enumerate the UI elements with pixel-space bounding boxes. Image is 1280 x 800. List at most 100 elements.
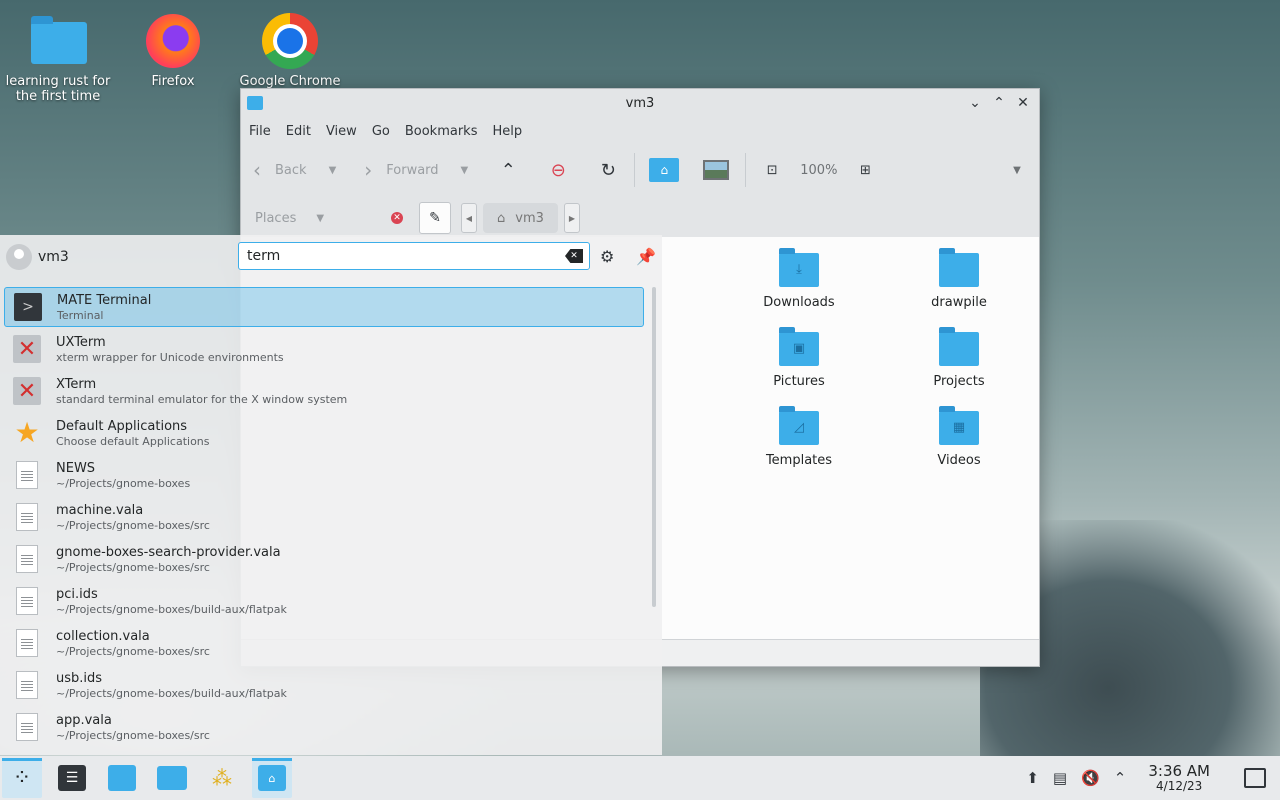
- desktop-icon-firefox[interactable]: Firefox: [118, 12, 228, 89]
- menu-edit[interactable]: Edit: [286, 124, 320, 139]
- preview-button[interactable]: [701, 158, 731, 182]
- menu-go[interactable]: Go: [372, 124, 399, 139]
- maximize-button[interactable]: ⌃: [989, 93, 1009, 113]
- taskbar-system-settings[interactable]: ☰: [52, 758, 92, 798]
- search-field[interactable]: ✕: [238, 242, 590, 270]
- breadcrumb-scroll-left[interactable]: ◀: [461, 203, 477, 233]
- file-item-videos[interactable]: ▦ Videos: [899, 406, 1019, 468]
- close-button[interactable]: ✕: [1013, 93, 1033, 113]
- result-item[interactable]: usb.ids ~/Projects/gnome-boxes/build-aux/…: [4, 665, 644, 705]
- breadcrumb-item: vm3: [515, 210, 544, 226]
- clock-date: 4/12/23: [1156, 778, 1203, 793]
- reload-button[interactable]: ↻: [596, 158, 620, 182]
- minimize-button[interactable]: ⌄: [965, 93, 985, 113]
- reload-icon: ↻: [600, 159, 616, 181]
- result-title: Default Applications: [56, 418, 188, 434]
- file-item-label: Templates: [765, 453, 833, 468]
- result-title: MATE Terminal: [57, 292, 152, 308]
- edit-location-button[interactable]: ✎: [419, 202, 451, 234]
- dropdown-arrow-icon[interactable]: ▼: [461, 165, 469, 176]
- result-subtitle: ~/Projects/gnome-boxes/src: [56, 728, 210, 742]
- pin-button[interactable]: 📌: [636, 247, 656, 266]
- menu-bookmarks[interactable]: Bookmarks: [405, 124, 487, 139]
- taskbar-discover[interactable]: [102, 758, 142, 798]
- home-folder-button[interactable]: ⌂: [649, 158, 680, 182]
- forward-button[interactable]: › Forward ▼: [364, 158, 468, 182]
- file-item-projects[interactable]: Projects: [899, 327, 1019, 389]
- result-item[interactable]: ★ Default Applications Choose default App…: [4, 413, 644, 453]
- toolbar-separator: [634, 153, 636, 187]
- result-item[interactable]: gnome-boxes-search-provider.vala ~/Projec…: [4, 539, 644, 579]
- dropdown-arrow-icon[interactable]: ▼: [329, 165, 337, 176]
- file-item-drawpile[interactable]: drawpile: [899, 248, 1019, 310]
- file-item-templates[interactable]: ◿ Templates: [739, 406, 859, 468]
- result-title: collection.vala: [56, 628, 150, 644]
- result-subtitle: ~/Projects/gnome-boxes/build-aux/flatpak: [56, 686, 287, 700]
- volume-muted-icon[interactable]: 🔇: [1081, 769, 1100, 787]
- show-desktop-button[interactable]: [1244, 768, 1266, 788]
- search-input[interactable]: [245, 247, 565, 265]
- updates-icon[interactable]: ⬆: [1026, 769, 1039, 787]
- close-panel-icon[interactable]: ✕: [391, 212, 403, 224]
- back-button[interactable]: ‹ Back ▼: [253, 158, 336, 182]
- avatar[interactable]: [6, 244, 32, 270]
- menu-file[interactable]: File: [249, 124, 280, 139]
- close-icon: ✕: [1017, 95, 1029, 111]
- sliders-icon: ⚙: [600, 247, 615, 266]
- clipboard-icon[interactable]: ▤: [1053, 769, 1067, 787]
- result-subtitle: Terminal: [57, 308, 104, 322]
- result-title: NEWS: [56, 460, 96, 476]
- breadcrumb[interactable]: ⌂ vm3: [483, 203, 558, 233]
- folder-app-icon[interactable]: [247, 96, 263, 110]
- file-item-pictures[interactable]: ▣ Pictures: [739, 327, 859, 389]
- stop-icon: ⊖: [550, 159, 566, 181]
- desktop-icon-label: learning rust for the first time: [5, 74, 111, 104]
- zoom-in-button[interactable]: ⊞: [853, 158, 877, 182]
- result-item[interactable]: ✕ UXTerm xterm wrapper for Unicode enviro…: [4, 329, 644, 369]
- up-button[interactable]: ⌃: [496, 158, 520, 182]
- window-titlebar[interactable]: vm3 ⌄ ⌃ ✕: [241, 89, 1039, 117]
- configure-button[interactable]: ⚙: [600, 247, 614, 266]
- result-item[interactable]: pci.ids ~/Projects/gnome-boxes/build-aux/…: [4, 581, 644, 621]
- zoom-level: 100%: [800, 162, 838, 178]
- search-results-list: > MATE Terminal Terminal ✕ UXTerm xterm wr…: [4, 287, 644, 749]
- zoom-out-button[interactable]: ⊡: [760, 158, 784, 182]
- settings-icon: ☰: [58, 765, 86, 791]
- toolbar-separator: [745, 153, 747, 187]
- result-item[interactable]: NEWS ~/Projects/gnome-boxes: [4, 455, 644, 495]
- clock[interactable]: 3:36 AM 4/12/23: [1148, 763, 1210, 793]
- clear-search-icon[interactable]: ✕: [565, 249, 583, 263]
- desktop-icon-chrome[interactable]: Google Chrome: [235, 12, 345, 89]
- folder-icon: [939, 248, 979, 287]
- result-item[interactable]: > MATE Terminal Terminal: [4, 287, 644, 327]
- app-launcher-button[interactable]: ⁘: [2, 758, 42, 798]
- store-icon: [108, 765, 136, 791]
- forward-label: Forward: [386, 162, 439, 178]
- file-item-downloads[interactable]: ⤓ Downloads: [739, 248, 859, 310]
- desktop-icon-learning-rust[interactable]: learning rust for the first time: [3, 12, 113, 104]
- menu-view[interactable]: View: [326, 124, 366, 139]
- zoom-in-icon: ⊞: [859, 162, 871, 178]
- results-scrollbar[interactable]: [652, 287, 656, 607]
- chevron-left-icon: ◀: [465, 213, 473, 223]
- taskbar-files[interactable]: [152, 758, 192, 798]
- breadcrumb-scroll-right[interactable]: ▶: [563, 203, 580, 233]
- taskbar-app[interactable]: ⁂: [202, 758, 242, 798]
- result-subtitle: xterm wrapper for Unicode environments: [56, 350, 284, 364]
- chevron-down-icon: ⌄: [969, 95, 981, 111]
- chevron-up-icon[interactable]: ⌃: [1114, 769, 1127, 787]
- xterm-icon: ✕: [13, 335, 41, 363]
- menu-help[interactable]: Help: [492, 124, 531, 139]
- document-icon: [16, 713, 38, 741]
- places-dropdown[interactable]: Places ▼: [241, 211, 371, 226]
- result-item[interactable]: collection.vala ~/Projects/gnome-boxes/sr…: [4, 623, 644, 663]
- result-subtitle: ~/Projects/gnome-boxes/src: [56, 560, 210, 574]
- result-item[interactable]: ✕ XTerm standard terminal emulator for th…: [4, 371, 644, 411]
- application-launcher: vm3 ✕ ⚙ 📌 > MATE TerminalTerminal ✕ UXTe…: [0, 235, 662, 755]
- toolbar-overflow-button[interactable]: ▼: [1005, 158, 1029, 182]
- result-title: XTerm: [56, 376, 97, 392]
- taskbar-window-vm3[interactable]: ⌂: [252, 758, 292, 798]
- result-item[interactable]: machine.vala ~/Projects/gnome-boxes/src: [4, 497, 644, 537]
- result-item[interactable]: app.vala ~/Projects/gnome-boxes/src: [4, 707, 644, 747]
- stop-button[interactable]: ⊖: [546, 158, 570, 182]
